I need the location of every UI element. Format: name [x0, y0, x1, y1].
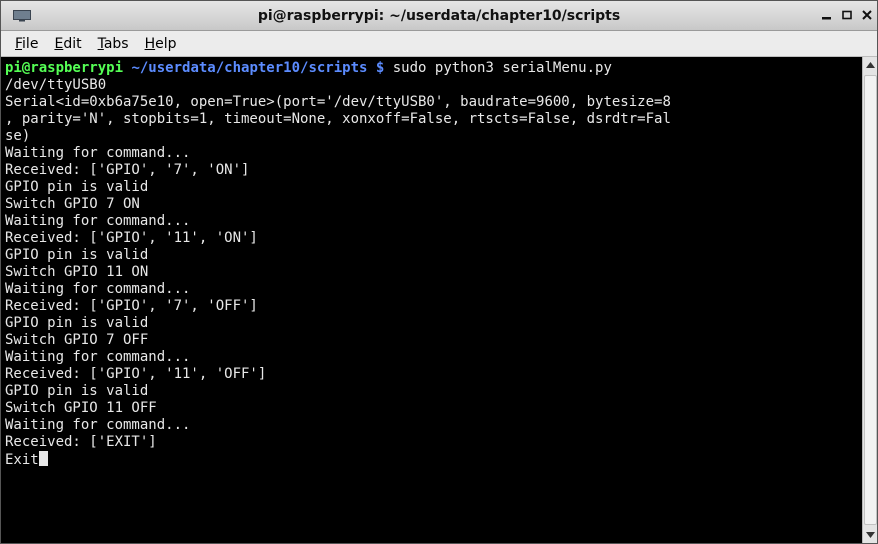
window-controls — [821, 8, 873, 22]
minimize-button[interactable] — [821, 8, 833, 22]
output-line: Received: ['GPIO', '11', 'OFF'] — [5, 366, 267, 382]
terminal-app-icon[interactable] — [11, 9, 33, 23]
maximize-button[interactable] — [841, 8, 853, 22]
last-line: Exit — [5, 451, 862, 468]
menu-edit[interactable]: Edit — [46, 32, 89, 56]
prompt-line: pi@raspberrypi ~/userdata/chapter10/scri… — [5, 60, 862, 77]
output-line: GPIO pin is valid — [5, 247, 149, 263]
vertical-scrollbar[interactable] — [862, 57, 877, 543]
command-text: sudo python3 serialMenu.py — [384, 60, 612, 76]
output-line: Switch GPIO 7 OFF — [5, 332, 149, 348]
terminal-output[interactable]: pi@raspberrypi ~/userdata/chapter10/scri… — [1, 57, 862, 543]
output-line: Received: ['GPIO', '7', 'ON'] — [5, 162, 250, 178]
output-line: Received: ['GPIO', '7', 'OFF'] — [5, 298, 258, 314]
output-line: Waiting for command... — [5, 417, 191, 433]
output-line: Switch GPIO 11 OFF — [5, 400, 157, 416]
output-line: /dev/ttyUSB0 — [5, 77, 107, 93]
output-line: Waiting for command... — [5, 281, 191, 297]
menu-help[interactable]: Help — [137, 32, 185, 56]
window-title: pi@raspberrypi: ~/userdata/chapter10/scr… — [257, 8, 621, 24]
output-line: Received: ['EXIT'] — [5, 434, 157, 450]
menu-file[interactable]: File — [7, 32, 46, 56]
terminal-cursor — [38, 451, 48, 466]
title-bar[interactable]: pi@raspberrypi: ~/userdata/chapter10/scr… — [1, 1, 877, 31]
output-line: Waiting for command... — [5, 213, 191, 229]
output-lines: /dev/ttyUSB0 Serial<id=0xb6a75e10, open=T… — [5, 77, 862, 451]
last-line-text: Exit — [5, 452, 39, 468]
scrollbar-thumb[interactable] — [864, 75, 877, 525]
output-line: , parity='N', stopbits=1, timeout=None, … — [5, 111, 671, 127]
output-line: Waiting for command... — [5, 349, 191, 365]
output-line: Serial<id=0xb6a75e10, open=True>(port='/… — [5, 94, 671, 110]
output-line: Waiting for command... — [5, 145, 191, 161]
scroll-up-arrow-icon[interactable] — [863, 57, 877, 73]
menu-bar: File Edit Tabs Help — [1, 31, 877, 57]
output-line: Switch GPIO 7 ON — [5, 196, 140, 212]
output-line: GPIO pin is valid — [5, 383, 149, 399]
output-line: Switch GPIO 11 ON — [5, 264, 149, 280]
terminal-window: pi@raspberrypi: ~/userdata/chapter10/scr… — [0, 0, 878, 544]
output-line: GPIO pin is valid — [5, 315, 149, 331]
prompt-user: pi@raspberrypi — [5, 60, 124, 76]
menu-tabs[interactable]: Tabs — [90, 32, 137, 56]
output-line: se) — [5, 128, 31, 144]
terminal-area: pi@raspberrypi ~/userdata/chapter10/scri… — [1, 57, 877, 543]
close-button[interactable] — [861, 8, 873, 22]
scroll-down-arrow-icon[interactable] — [863, 527, 877, 543]
output-line: GPIO pin is valid — [5, 179, 149, 195]
prompt-path: ~/userdata/chapter10/scripts $ — [123, 60, 385, 76]
output-line: Received: ['GPIO', '11', 'ON'] — [5, 230, 258, 246]
